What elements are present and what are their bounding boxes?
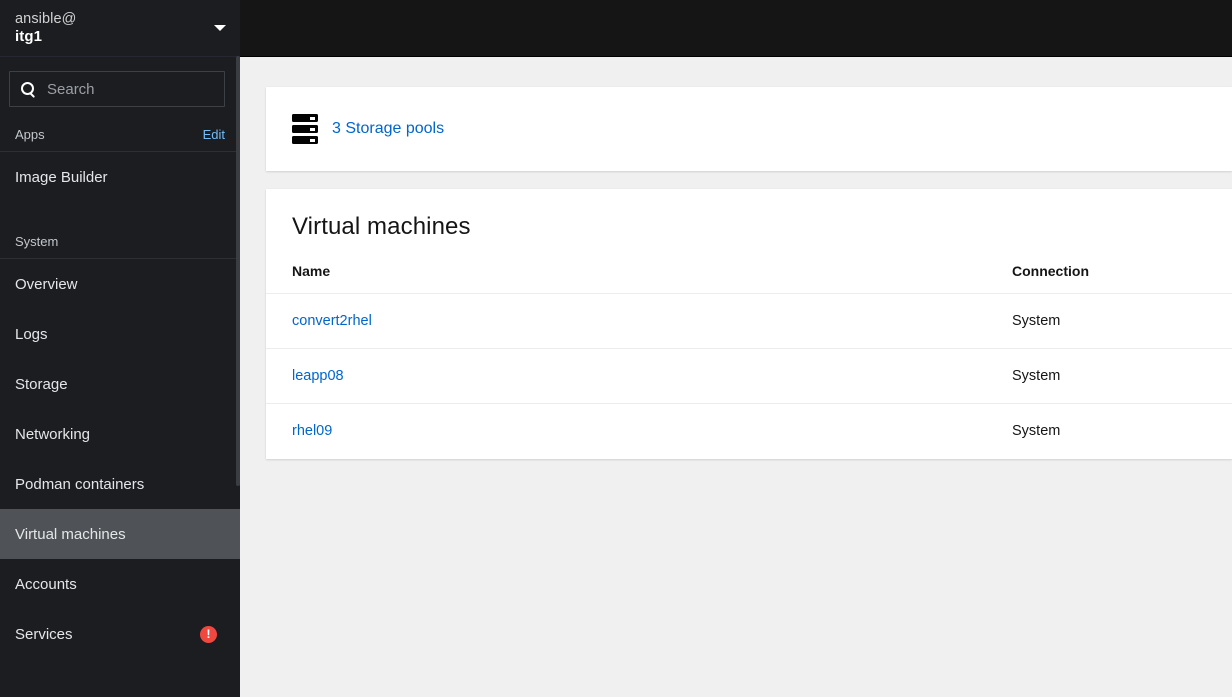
sidebar-item-label: Overview [15,275,78,293]
search-box[interactable] [9,71,240,107]
storage-pools-icon-bar [292,136,318,144]
cell-vm-name: rhel09 [266,404,986,459]
alert-badge-icon: ! [200,625,217,643]
nav-group-label-apps: Apps [15,127,45,142]
sidebar-item-networking[interactable]: Networking [0,409,240,459]
sidebar-item-image-builder[interactable]: Image Builder [0,152,240,202]
sidebar-item-label: Virtual machines [15,525,126,543]
table-row[interactable]: rhel09 System [266,404,1232,459]
page-title: Virtual machines [292,213,471,240]
page-content: 3 Storage pools Virtual machines Name Co… [240,57,1232,697]
main-area: 3 Storage pools Virtual machines Name Co… [240,0,1232,697]
host-name: itg1 [15,27,43,45]
sidebar-item-label: Storage [15,375,68,393]
vm-link-convert2rhel[interactable]: convert2rhel [292,313,372,329]
cell-vm-connection: System [1012,423,1061,440]
sidebar-item-label: Logs [15,325,48,343]
search-container [0,57,240,117]
storage-pools-icon-bar [292,114,318,122]
sidebar-item-label: Image Builder [15,168,108,186]
host-user: ansible@ [15,10,77,27]
table-body: convert2rhel System leapp08 System rhel0… [266,293,1232,459]
storage-pools-icon [292,114,318,144]
cell-vm-name: convert2rhel [266,293,986,349]
sidebar-item-label: Services [15,625,73,643]
search-icon [20,81,36,97]
cell-vm-name: leapp08 [266,348,986,404]
table-header-row: Name Connection [266,263,1232,294]
table-row[interactable]: leapp08 System [266,348,1232,404]
edit-apps-link[interactable]: Edit [203,127,225,142]
storage-pools-card: 3 Storage pools [266,87,1232,171]
column-header-name[interactable]: Name [266,263,986,294]
host-switcher[interactable]: ansible@ itg1 [0,0,240,57]
storage-pools-link[interactable]: 3 Storage pools [332,120,444,138]
sidebar-scrollbar-thumb[interactable] [236,56,240,486]
sidebar-item-storage[interactable]: Storage [0,359,240,409]
cockpit-app: ansible@ itg1 Apps Edit Image Builder Sy… [0,0,1232,697]
top-bar [240,0,1232,57]
sidebar-item-podman-containers[interactable]: Podman containers [0,459,240,509]
nav-group-label-system: System [15,234,59,249]
sidebar-item-accounts[interactable]: Accounts [0,559,240,609]
chevron-down-icon[interactable] [214,25,226,31]
sidebar-item-label: Accounts [15,575,77,593]
column-header-connection[interactable]: Connection [986,263,1232,294]
vm-link-rhel09[interactable]: rhel09 [292,423,332,439]
cell-vm-connection: System [986,293,1232,349]
vm-link-leapp08[interactable]: leapp08 [292,368,344,384]
sidebar-item-services[interactable]: Services ! [0,609,240,659]
cell-vm-connection: System [986,348,1232,404]
table-row[interactable]: convert2rhel System [266,293,1232,349]
table-head: Name Connection [266,263,1232,294]
sidebar-item-virtual-machines[interactable]: Virtual machines [0,509,240,559]
host-switcher-labels: ansible@ itg1 [15,11,76,46]
nav-group-header-system: System [0,224,240,259]
nav-group-header-apps: Apps Edit [0,117,240,152]
sidebar-item-overview[interactable]: Overview [0,259,240,309]
sidebar-item-logs[interactable]: Logs [0,309,240,359]
sidebar: ansible@ itg1 Apps Edit Image Builder Sy… [0,0,240,697]
sidebar-item-label: Networking [15,425,91,443]
search-input[interactable] [47,80,240,98]
virtual-machines-table: Name Connection convert2rhel System leap… [266,263,1232,459]
sidebar-scrollbar[interactable] [236,0,240,697]
storage-pools-icon-bar [292,125,318,133]
virtual-machines-card: Virtual machines Name Connection convert… [266,189,1232,459]
sidebar-item-label: Podman containers [15,475,145,493]
